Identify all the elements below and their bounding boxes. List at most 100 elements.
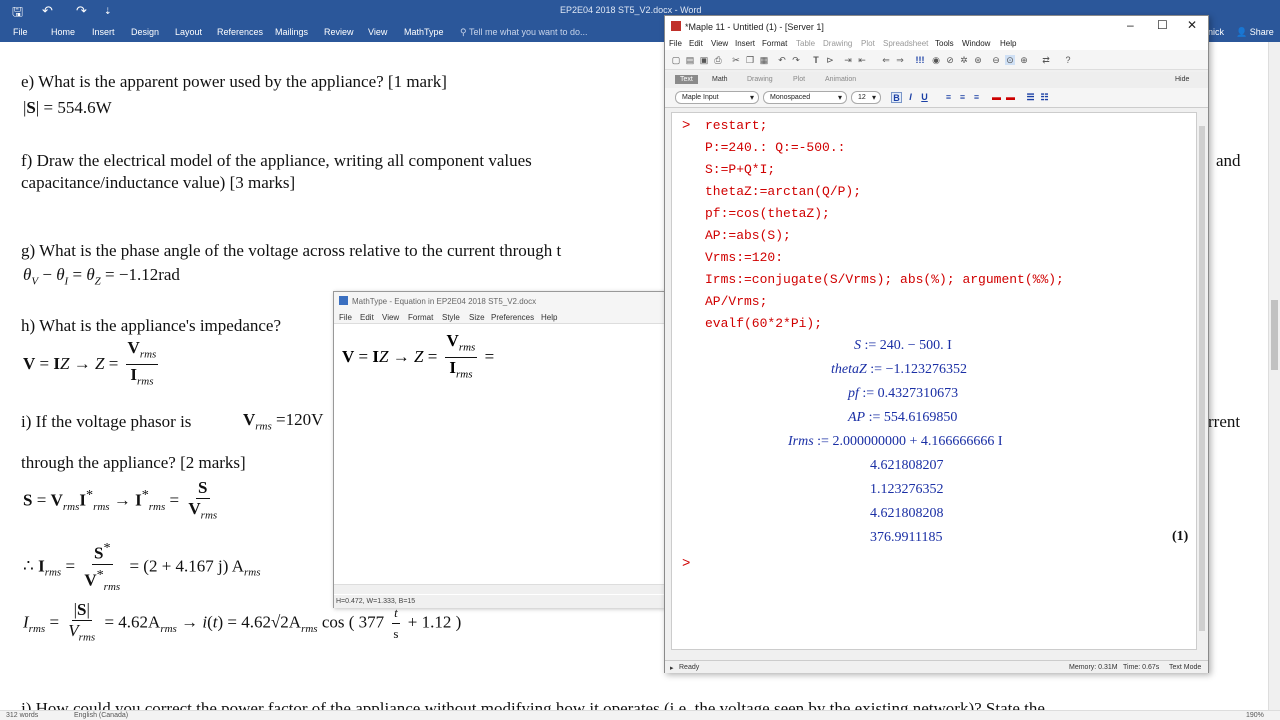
maple-menu-view[interactable]: View: [711, 39, 728, 48]
numbered-list-icon[interactable]: ☷: [1039, 92, 1050, 103]
undo-icon[interactable]: ↶: [777, 55, 787, 65]
mt-menu-edit[interactable]: Edit: [360, 313, 374, 322]
mt-menu-help[interactable]: Help: [541, 313, 557, 322]
new-icon[interactable]: ▢: [671, 55, 681, 65]
tab-insert[interactable]: Insert: [92, 27, 115, 37]
word-count[interactable]: 312 words: [6, 712, 38, 719]
language-indicator[interactable]: English (Canada): [74, 712, 128, 719]
forward-icon[interactable]: ⇒: [895, 55, 905, 65]
tab-drawing[interactable]: Drawing: [747, 76, 773, 83]
code-line[interactable]: evalf(60*2*Pi);: [705, 316, 822, 331]
maple-menu-tools[interactable]: Tools: [935, 39, 954, 48]
bullet-list-icon[interactable]: ☰: [1025, 92, 1036, 103]
maple-menu-window[interactable]: Window: [962, 39, 990, 48]
align-right-icon[interactable]: ≡: [971, 92, 982, 103]
highlight-icon[interactable]: ▬: [991, 92, 1002, 103]
paste-icon[interactable]: ▦: [759, 55, 769, 65]
tab-layout[interactable]: Layout: [175, 27, 202, 37]
undo-icon[interactable]: ↶: [42, 3, 53, 19]
back-icon[interactable]: ⇐: [881, 55, 891, 65]
mt-menu-style[interactable]: Style: [442, 313, 460, 322]
breakpoint-icon[interactable]: ⊛: [973, 55, 983, 65]
print-icon[interactable]: ⎙: [713, 55, 723, 65]
maple-worksheet[interactable]: > restart; P:=240.: Q:=-500.: S:=P+Q*I; …: [671, 112, 1197, 650]
tab-mathtype[interactable]: MathType: [404, 27, 444, 37]
code-line[interactable]: P:=240.: Q:=-500.:: [705, 140, 845, 155]
redo-icon[interactable]: ↷: [791, 55, 801, 65]
tab-text[interactable]: Text: [675, 75, 698, 84]
maple-menu-file[interactable]: File: [669, 39, 682, 48]
font-color-icon[interactable]: ▬: [1005, 92, 1016, 103]
code-line[interactable]: AP:=abs(S);: [705, 228, 791, 243]
zoom-level[interactable]: 190%: [1246, 712, 1264, 719]
italic-button[interactable]: I: [905, 92, 916, 103]
indent-icon[interactable]: ⇥: [843, 55, 853, 65]
code-line[interactable]: restart;: [705, 118, 767, 133]
tab-home[interactable]: Home: [51, 27, 75, 37]
maple-scroll-thumb[interactable]: [1199, 126, 1205, 631]
zoom-in-icon[interactable]: ⊕: [1019, 55, 1029, 65]
text-mode-icon[interactable]: T: [811, 55, 821, 65]
mt-menu-preferences[interactable]: Preferences: [491, 313, 534, 322]
execute-all-icon[interactable]: !!!: [915, 55, 925, 65]
code-line[interactable]: thetaZ:=arctan(Q/P);: [705, 184, 861, 199]
maple-menu-edit[interactable]: Edit: [689, 39, 703, 48]
maple-vertical-scrollbar[interactable]: [1197, 112, 1207, 650]
maple-menu-table[interactable]: Table: [796, 39, 815, 48]
maple-menu-drawing[interactable]: Drawing: [823, 39, 852, 48]
tab-plot[interactable]: Plot: [793, 76, 805, 83]
zoom-out-icon[interactable]: ⊖: [991, 55, 1001, 65]
minimize-button[interactable]: –: [1127, 18, 1134, 32]
code-line[interactable]: Irms:=conjugate(S/Vrms); abs(%); argumen…: [705, 272, 1064, 287]
code-line[interactable]: AP/Vrms;: [705, 294, 767, 309]
maple-menu-help[interactable]: Help: [1000, 39, 1016, 48]
tab-design[interactable]: Design: [131, 27, 159, 37]
tell-me-box[interactable]: ⚲ Tell me what you want to do...: [460, 27, 588, 38]
word-vertical-scrollbar[interactable]: [1268, 42, 1280, 710]
tab-view[interactable]: View: [368, 27, 387, 37]
mt-menu-format[interactable]: Format: [408, 313, 433, 322]
redo-icon[interactable]: ↷: [76, 3, 87, 19]
maple-window[interactable]: *Maple 11 - Untitled (1) - [Server 1] – …: [664, 15, 1209, 673]
tab-references[interactable]: References: [217, 27, 263, 37]
debug-icon[interactable]: ✲: [959, 55, 969, 65]
mt-menu-file[interactable]: File: [339, 313, 352, 322]
save-icon[interactable]: ▣: [699, 55, 709, 65]
empty-input-prompt[interactable]: >: [682, 556, 690, 572]
input-mode-dropdown[interactable]: Maple Input: [675, 91, 759, 104]
cut-icon[interactable]: ✂: [731, 55, 741, 65]
math-mode-icon[interactable]: ⊳: [825, 55, 835, 65]
bold-button[interactable]: B: [891, 92, 902, 103]
font-dropdown[interactable]: Monospaced: [763, 91, 847, 104]
underline-button[interactable]: U: [919, 92, 930, 103]
mathtype-edit-area[interactable]: V = IZ → Z = Vrms Irms =: [334, 325, 664, 587]
restart-icon[interactable]: ⊘: [945, 55, 955, 65]
mathtype-window[interactable]: MathType - Equation in EP2E04 2018 ST5_V…: [333, 291, 665, 608]
hide-toolbar-button[interactable]: Hide: [1175, 76, 1189, 83]
font-size-dropdown[interactable]: 12: [851, 91, 881, 104]
tab-animation[interactable]: Animation: [825, 76, 856, 83]
maple-menu-insert[interactable]: Insert: [735, 39, 755, 48]
tab-mailings[interactable]: Mailings: [275, 27, 308, 37]
outdent-icon[interactable]: ⇤: [857, 55, 867, 65]
stop-icon[interactable]: ◉: [931, 55, 941, 65]
copy-icon[interactable]: ❐: [745, 55, 755, 65]
customize-quick-access-icon[interactable]: ⇣: [104, 6, 112, 17]
help-icon[interactable]: ?: [1063, 55, 1073, 65]
refresh-icon[interactable]: ⇄: [1041, 55, 1051, 65]
close-button[interactable]: ✕: [1187, 18, 1197, 32]
code-line[interactable]: pf:=cos(thetaZ);: [705, 206, 830, 221]
maple-menu-spreadsheet[interactable]: Spreadsheet: [883, 39, 928, 48]
user-name[interactable]: nick: [1208, 27, 1224, 37]
tab-review[interactable]: Review: [324, 27, 354, 37]
maple-menu-plot[interactable]: Plot: [861, 39, 875, 48]
word-scroll-thumb[interactable]: [1271, 300, 1278, 370]
tab-math[interactable]: Math: [712, 76, 728, 83]
zoom-normal-icon[interactable]: ⊙: [1005, 55, 1015, 65]
mathtype-horizontal-scrollbar[interactable]: [334, 584, 664, 594]
tab-file[interactable]: File: [13, 27, 28, 37]
code-line[interactable]: Vrms:=120:: [705, 250, 783, 265]
mt-menu-size[interactable]: Size: [469, 313, 485, 322]
open-icon[interactable]: ▤: [685, 55, 695, 65]
align-center-icon[interactable]: ≡: [957, 92, 968, 103]
